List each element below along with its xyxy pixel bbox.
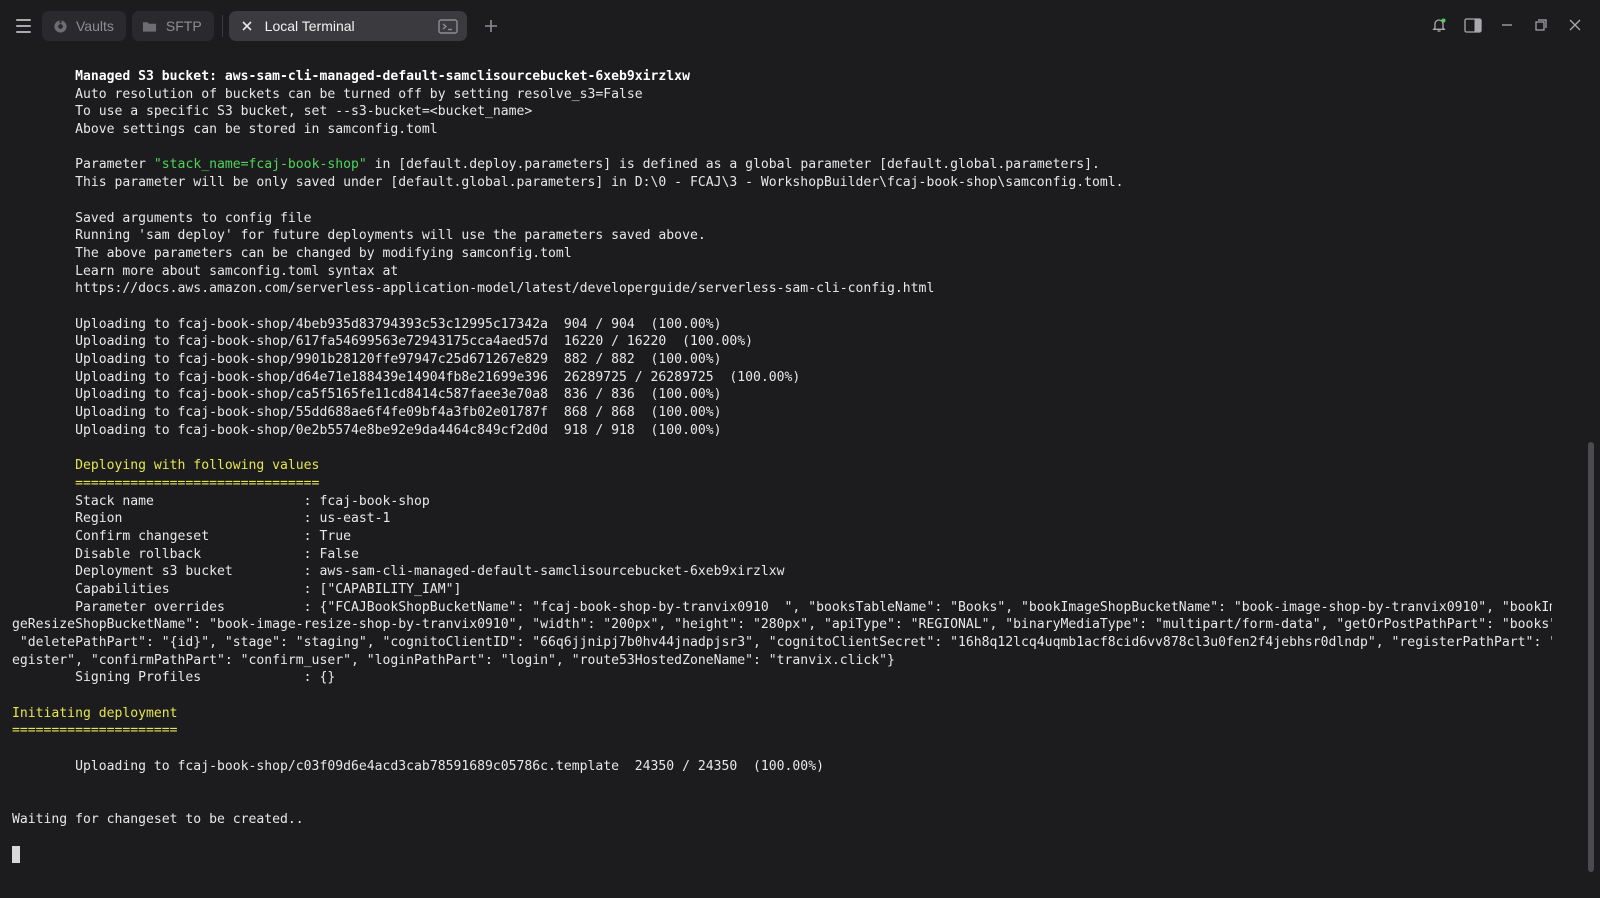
terminal-line: Confirm changeset : True bbox=[12, 528, 351, 544]
terminal-line: Uploading to fcaj-book-shop/ca5f5165fe11… bbox=[12, 387, 722, 403]
terminal-line: Running 'sam deploy' for future deployme… bbox=[12, 228, 706, 244]
scrollbar-thumb[interactable] bbox=[1588, 442, 1594, 872]
hamburger-menu-icon[interactable] bbox=[12, 14, 36, 38]
terminal-line: Uploading to fcaj-book-shop/4beb935d8379… bbox=[12, 316, 722, 332]
close-icon[interactable] bbox=[239, 18, 255, 34]
notification-bell-icon[interactable] bbox=[1428, 12, 1450, 38]
terminal-line: Parameter overrides : {"FCAJBookShopBuck… bbox=[12, 599, 1552, 615]
tab-local-terminal[interactable]: Local Terminal bbox=[228, 11, 467, 41]
terminal-line: geResizeShopBucketName": "book-image-res… bbox=[12, 617, 1552, 633]
terminal-line: Parameter "stack_name=fcaj-book-shop" in… bbox=[12, 156, 1552, 174]
terminal-line: Stack name : fcaj-book-shop bbox=[12, 493, 430, 509]
terminal-line: The above parameters can be changed by m… bbox=[12, 245, 572, 261]
new-tab-button[interactable] bbox=[477, 12, 505, 40]
terminal-text: Parameter bbox=[12, 157, 154, 173]
terminal-icon bbox=[437, 18, 459, 34]
terminal-line: Disable rollback : False bbox=[12, 546, 359, 562]
terminal-line: egister", "confirmPathPart": "confirm_us… bbox=[12, 652, 895, 668]
terminal-text: in [default.deploy.parameters] is define… bbox=[366, 157, 1100, 173]
title-bar: Vaults SFTP Local Terminal bbox=[0, 0, 1600, 52]
tab-divider bbox=[221, 15, 223, 37]
folder-icon bbox=[142, 18, 158, 34]
close-window-icon[interactable] bbox=[1564, 12, 1586, 38]
tab-label: Local Terminal bbox=[264, 18, 355, 34]
terminal-line: ===================== bbox=[12, 723, 178, 739]
terminal-line: =============================== bbox=[12, 475, 320, 491]
window-controls bbox=[1428, 12, 1586, 38]
terminal-line: Capabilities : ["CAPABILITY_IAM"] bbox=[12, 581, 462, 597]
minimize-icon[interactable] bbox=[1496, 12, 1518, 38]
terminal-line: Above settings can be stored in samconfi… bbox=[12, 122, 438, 138]
scrollbar[interactable] bbox=[1588, 52, 1594, 898]
terminal-line: Signing Profiles : {} bbox=[12, 670, 336, 686]
terminal-line: Learn more about samconfig.toml syntax a… bbox=[12, 263, 399, 279]
tab-label: Vaults bbox=[76, 18, 114, 34]
sidebar-toggle-icon[interactable] bbox=[1462, 12, 1484, 38]
terminal-line: Region : us-east-1 bbox=[12, 511, 391, 527]
terminal-line: Uploading to fcaj-book-shop/d64e71e18843… bbox=[12, 369, 801, 385]
terminal-line: Uploading to fcaj-book-shop/c03f09d6e4ac… bbox=[12, 758, 824, 774]
terminal-line: Deployment s3 bucket : aws-sam-cli-manag… bbox=[12, 564, 785, 580]
terminal-line: Uploading to fcaj-book-shop/617fa5469956… bbox=[12, 334, 754, 350]
terminal-line: Saved arguments to config file bbox=[12, 210, 312, 226]
terminal-line: Managed S3 bucket: aws-sam-cli-managed-d… bbox=[12, 69, 690, 84]
terminal-line bbox=[12, 846, 1552, 864]
tab-vaults[interactable]: Vaults bbox=[42, 11, 126, 41]
terminal-line: Auto resolution of buckets can be turned… bbox=[12, 86, 643, 102]
terminal-output[interactable]: Managed S3 bucket: aws-sam-cli-managed-d… bbox=[12, 68, 1552, 888]
tab-sftp[interactable]: SFTP bbox=[131, 11, 214, 41]
terminal-highlight: "stack_name=fcaj-book-shop" bbox=[153, 157, 367, 173]
terminal-line: Waiting for changeset to be created.. bbox=[12, 811, 304, 827]
terminal-line: Uploading to fcaj-book-shop/55dd688ae6f4… bbox=[12, 405, 722, 421]
terminal-cursor bbox=[12, 846, 20, 864]
terminal-line: "deletePathPart": "{id}", "stage": "stag… bbox=[12, 635, 1552, 650]
terminal-line: Deploying with following values bbox=[12, 458, 320, 474]
terminal-line: Uploading to fcaj-book-shop/9901b28120ff… bbox=[12, 352, 722, 367]
terminal-line: This parameter will be only saved under … bbox=[12, 175, 1124, 191]
vault-icon bbox=[52, 18, 68, 34]
terminal-line: To use a specific S3 bucket, set --s3-bu… bbox=[12, 104, 533, 120]
plus-icon bbox=[484, 20, 497, 32]
terminal-line: Uploading to fcaj-book-shop/0e2b5574e8be… bbox=[12, 422, 722, 438]
restore-icon[interactable] bbox=[1530, 12, 1552, 38]
terminal-line: Initiating deployment bbox=[12, 705, 178, 721]
tab-label: SFTP bbox=[165, 18, 202, 34]
terminal-line: https://docs.aws.amazon.com/serverless-a… bbox=[12, 281, 935, 297]
